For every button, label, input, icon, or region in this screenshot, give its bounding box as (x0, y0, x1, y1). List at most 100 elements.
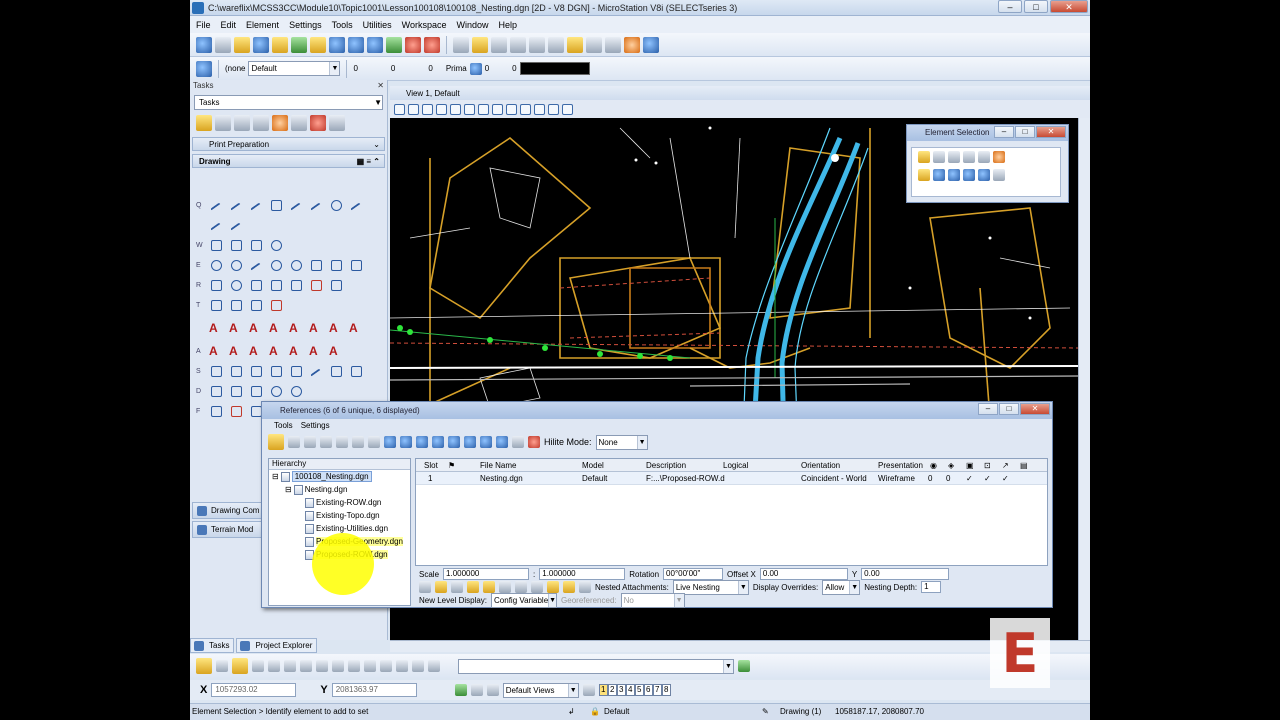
cell-snap[interactable]: 0 (946, 474, 950, 483)
stream-icon[interactable] (309, 198, 324, 213)
fill-text-icon[interactable] (289, 344, 304, 359)
view-2-button[interactable]: 2 (607, 684, 617, 696)
cell-display[interactable]: 0 (928, 474, 932, 483)
treat-as-element-icon[interactable] (515, 581, 527, 593)
column-orientation[interactable]: Orientation (801, 461, 840, 470)
create-region-icon[interactable] (209, 278, 224, 293)
view-4-button[interactable]: 4 (625, 684, 635, 696)
status-model[interactable]: Drawing (1) (780, 707, 821, 716)
minimize-button[interactable]: – (994, 126, 1014, 138)
priority-value[interactable]: 0 (512, 64, 516, 73)
individual-select-icon[interactable] (918, 151, 930, 163)
through-point-snap-icon[interactable] (380, 660, 392, 672)
maximize-button[interactable]: □ (1015, 126, 1035, 138)
selection-options-icon[interactable] (993, 151, 1005, 163)
dim-linear-icon[interactable] (209, 384, 224, 399)
manipulate-icon[interactable] (234, 36, 250, 53)
quarter-ellipse-icon[interactable] (289, 258, 304, 273)
text-tool-icon[interactable] (329, 115, 345, 131)
tasks-select[interactable]: Tasks ▼ (194, 95, 383, 110)
fence-icon[interactable] (215, 36, 231, 53)
close-icon[interactable]: ✕ (377, 81, 384, 92)
menu-element[interactable]: Element (246, 20, 279, 30)
orthogonal-shape-icon[interactable] (249, 238, 264, 253)
text-node-icon[interactable] (269, 321, 284, 336)
center-snap-icon[interactable] (268, 660, 280, 672)
display-toggle-icon[interactable] (419, 581, 431, 593)
raster-toggle-icon[interactable] (547, 581, 559, 593)
rotate-view-icon[interactable] (492, 103, 503, 115)
tree-node[interactable]: ⊟ 100108_Nesting.dgn (269, 470, 410, 483)
reference-settings-icon[interactable] (512, 436, 524, 448)
spell-check-icon[interactable] (329, 321, 344, 336)
construct-icon[interactable] (209, 218, 224, 233)
new-file-icon[interactable] (453, 36, 469, 53)
select-element-icon[interactable] (196, 115, 212, 131)
point-on-snap-icon[interactable] (396, 660, 408, 672)
references-menu-settings[interactable]: Settings (301, 421, 330, 432)
tasks-tab[interactable]: Tasks (190, 638, 235, 653)
column-logical[interactable]: Logical (723, 461, 748, 470)
place-polyline-icon[interactable] (249, 198, 264, 213)
menu-workspace[interactable]: Workspace (402, 20, 447, 30)
scale-reference-field[interactable]: 1.000000 (539, 568, 626, 580)
nesting-depth-field[interactable]: 1 (921, 581, 942, 593)
delete-pattern-icon[interactable] (309, 278, 324, 293)
multiline-icon[interactable] (289, 198, 304, 213)
copy-text-icon[interactable] (329, 344, 344, 359)
increment-text-icon[interactable] (349, 321, 364, 336)
print-preparation-section[interactable]: Print Preparation ⌄ (192, 137, 385, 151)
dimension-icon[interactable] (348, 36, 364, 53)
modify-icon[interactable] (253, 36, 269, 53)
groups-icon[interactable] (272, 36, 288, 53)
true-scale-toggle-icon[interactable] (467, 581, 479, 593)
new-select-icon[interactable] (918, 169, 930, 181)
match-pattern-icon[interactable] (329, 278, 344, 293)
fit-view-icon[interactable] (478, 103, 489, 115)
locate-toggle-icon[interactable] (451, 581, 463, 593)
change-text-icon[interactable] (289, 321, 304, 336)
menu-edit[interactable]: Edit (221, 20, 237, 30)
hilite-mode-select[interactable]: None ▼ (595, 434, 648, 450)
tag-icon[interactable] (209, 404, 224, 419)
display-overrides-select[interactable]: Allow ▼ (822, 579, 861, 595)
menu-settings[interactable]: Settings (289, 20, 322, 30)
references-menu-tools[interactable]: Tools (274, 421, 293, 432)
dim-ordinate-icon[interactable] (269, 384, 284, 399)
abc-text-icon[interactable] (309, 321, 324, 336)
origin-snap-icon[interactable] (284, 660, 296, 672)
select-cell-icon[interactable] (229, 364, 244, 379)
mirror-horizontal-icon[interactable] (400, 436, 412, 448)
collapse-icon[interactable]: ⊟ (285, 485, 292, 494)
zoom-out-icon[interactable] (450, 103, 461, 115)
key-in-field[interactable]: ▼ (458, 658, 734, 674)
display-style-icon[interactable] (408, 103, 419, 115)
back-icon[interactable] (454, 684, 467, 696)
tree-node[interactable]: ⊟ Nesting.dgn (269, 483, 410, 496)
analyze-icon[interactable] (386, 36, 402, 53)
keypoint-snap-icon[interactable] (196, 658, 212, 674)
cut-icon[interactable] (529, 36, 545, 53)
drawing-section[interactable]: Drawing ▦ ≡ ⌃ (192, 154, 385, 168)
add-select-icon[interactable] (933, 169, 945, 181)
text-style-icon[interactable] (209, 344, 224, 359)
collapse-icon[interactable]: ⊟ (272, 472, 279, 481)
parallel-snap-icon[interactable] (364, 660, 376, 672)
column-file-name[interactable]: File Name (480, 461, 516, 470)
half-ellipse-icon[interactable] (269, 258, 284, 273)
active-level-icon[interactable] (196, 60, 212, 77)
web-icon[interactable] (624, 36, 640, 53)
place-cell-icon[interactable] (209, 364, 224, 379)
change-attributes-icon[interactable] (291, 36, 307, 53)
info-icon[interactable] (367, 36, 383, 53)
line-select-icon[interactable] (978, 151, 990, 163)
cell-true-scale[interactable]: ✓ (984, 474, 991, 483)
menu-tools[interactable]: Tools (332, 20, 353, 30)
clip-mask-icon[interactable] (448, 436, 460, 448)
menu-help[interactable]: Help (499, 20, 518, 30)
open-file-icon[interactable] (472, 36, 488, 53)
regular-polygon-icon[interactable] (269, 238, 284, 253)
move-arc-icon[interactable] (329, 258, 344, 273)
menu-utilities[interactable]: Utilities (363, 20, 392, 30)
text-along-icon[interactable] (229, 321, 244, 336)
